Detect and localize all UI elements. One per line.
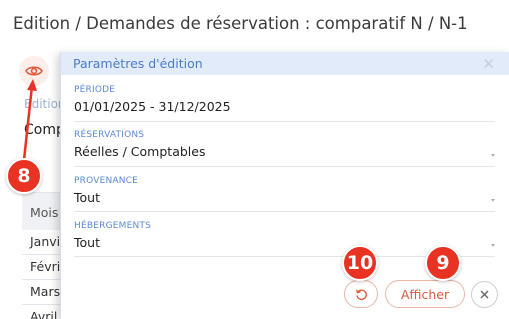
annotation-badge-8: 8	[6, 158, 42, 194]
annotation-badge-9: 9	[425, 245, 461, 281]
annotation-badge-10: 10	[342, 245, 378, 281]
